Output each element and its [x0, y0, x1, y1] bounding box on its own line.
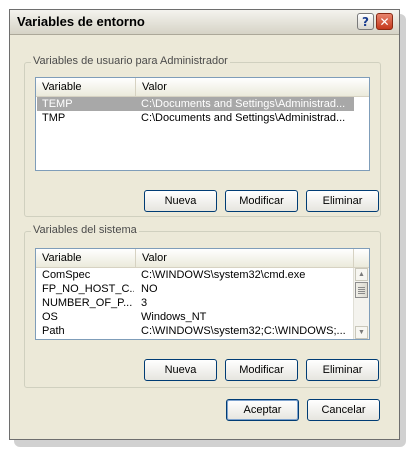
- system-var-name: Path: [42, 325, 65, 337]
- system-variables-group-label: Variables del sistema: [31, 224, 139, 236]
- scroll-down-arrow-icon[interactable]: ▼: [355, 326, 368, 339]
- ok-button[interactable]: Aceptar: [226, 399, 299, 421]
- system-new-label: Nueva: [164, 364, 197, 376]
- user-var-name: TMP: [42, 112, 66, 124]
- user-new-label: Nueva: [164, 195, 197, 207]
- system-var-value: C:\WINDOWS\system32\cmd.exe: [141, 269, 306, 281]
- system-variables-list[interactable]: Variable Valor ComSpec C:\WINDOWS\system…: [35, 248, 370, 340]
- user-var-value: C:\Documents and Settings\Administrad...: [141, 98, 346, 110]
- system-variables-header: Variable Valor: [36, 249, 369, 268]
- help-icon: ?: [362, 14, 369, 29]
- cancel-label: Cancelar: [321, 404, 366, 416]
- user-variables-group: Variables de usuario para Administrador …: [24, 55, 381, 217]
- environment-variables-dialog: Variables de entorno ? ✕ Variables de us…: [9, 9, 400, 440]
- user-var-row-temp[interactable]: TEMP C:\Documents and Settings\Administr…: [37, 97, 354, 111]
- column-header-value[interactable]: Valor: [136, 249, 354, 267]
- user-delete-button[interactable]: Eliminar: [306, 190, 379, 212]
- system-var-value: C:\WINDOWS\system32;C:\WINDOWS;...: [141, 325, 346, 337]
- cancel-button[interactable]: Cancelar: [307, 399, 380, 421]
- system-edit-label: Modificar: [239, 364, 284, 376]
- column-header-value[interactable]: Valor: [136, 78, 369, 96]
- system-edit-button[interactable]: Modificar: [225, 359, 298, 381]
- window-title: Variables de entorno: [17, 14, 145, 29]
- system-var-name: ComSpec: [42, 269, 91, 281]
- column-header-variable[interactable]: Variable: [36, 249, 136, 267]
- scroll-thumb[interactable]: [355, 282, 368, 298]
- system-var-row[interactable]: ComSpec C:\WINDOWS\system32\cmd.exe: [37, 268, 354, 282]
- scroll-up-arrow-icon[interactable]: ▲: [355, 268, 368, 281]
- help-button[interactable]: ?: [357, 13, 374, 30]
- close-button[interactable]: ✕: [376, 13, 393, 30]
- user-variables-header: Variable Valor: [36, 78, 369, 97]
- system-variables-group: Variables del sistema Variable Valor Com…: [24, 224, 381, 388]
- user-edit-label: Modificar: [239, 195, 284, 207]
- system-delete-button[interactable]: Eliminar: [306, 359, 379, 381]
- system-var-name: FP_NO_HOST_C...: [42, 283, 134, 295]
- user-var-row-tmp[interactable]: TMP C:\Documents and Settings\Administra…: [37, 111, 354, 125]
- system-var-value: 3: [141, 297, 148, 309]
- system-variables-scrollbar[interactable]: ▲ ▼: [353, 268, 369, 339]
- system-var-row[interactable]: FP_NO_HOST_C... NO: [37, 282, 354, 296]
- user-variables-group-label: Variables de usuario para Administrador: [31, 55, 230, 67]
- user-var-value: C:\Documents and Settings\Administrad...: [141, 112, 346, 124]
- column-header-variable[interactable]: Variable: [36, 78, 136, 96]
- user-edit-button[interactable]: Modificar: [225, 190, 298, 212]
- user-delete-label: Eliminar: [322, 195, 363, 207]
- grip-icon: [358, 286, 365, 294]
- user-new-button[interactable]: Nueva: [144, 190, 217, 212]
- title-bar[interactable]: Variables de entorno ? ✕: [10, 10, 399, 35]
- user-variables-list[interactable]: Variable Valor TEMP C:\Documents and Set…: [35, 77, 370, 171]
- system-var-name: OS: [42, 311, 58, 323]
- system-var-row[interactable]: OS Windows_NT: [37, 310, 354, 324]
- system-new-button[interactable]: Nueva: [144, 359, 217, 381]
- ok-label: Aceptar: [243, 404, 282, 416]
- user-var-name: TEMP: [42, 98, 73, 110]
- close-icon: ✕: [379, 14, 390, 29]
- system-var-row[interactable]: Path C:\WINDOWS\system32;C:\WINDOWS;...: [37, 324, 354, 338]
- system-var-row[interactable]: NUMBER_OF_P... 3: [37, 296, 354, 310]
- system-var-value: Windows_NT: [141, 311, 207, 323]
- system-var-value: NO: [141, 283, 158, 295]
- system-var-name: NUMBER_OF_P...: [42, 297, 133, 309]
- system-delete-label: Eliminar: [322, 364, 363, 376]
